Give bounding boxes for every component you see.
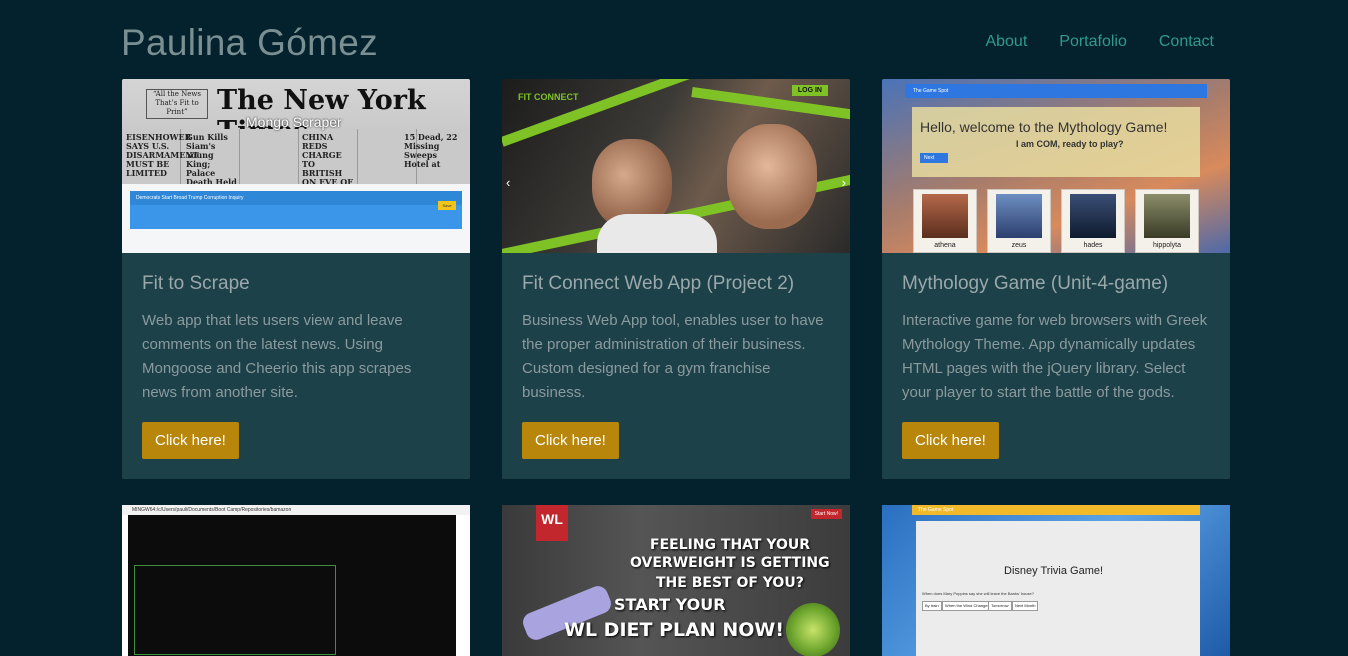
athena-portrait <box>922 194 968 238</box>
answer-button: When the Wind Changes <box>942 601 993 611</box>
terminal-table <box>134 565 336 655</box>
character-card: zeus <box>987 189 1051 253</box>
hippolyta-portrait <box>1144 194 1190 238</box>
save-button: Save <box>438 201 456 210</box>
answer-button: Next Month <box>1012 601 1039 611</box>
nav-contact[interactable]: Contact <box>1159 33 1214 51</box>
game-navbar: The Game Spot <box>912 505 1200 515</box>
welcome-subtitle: I am COM, ready to play? <box>1016 139 1124 149</box>
chevron-left-icon: ‹ <box>506 175 511 190</box>
character-card: athena <box>913 189 977 253</box>
project-title: Fit to Scrape <box>142 273 250 294</box>
nav-about[interactable]: About <box>985 33 1027 51</box>
project-thumbnail: FIT CONNECT LOG IN ‹ › <box>502 79 850 253</box>
project-card-wl-diet: WL Start Now! FEELING THAT YOUR OVERWEIG… <box>502 505 850 656</box>
chevron-right-icon: › <box>841 175 846 190</box>
login-badge: LOG IN <box>791 85 828 96</box>
answer-button: By train <box>922 601 942 611</box>
zeus-portrait <box>996 194 1042 238</box>
project-card-bamazon: MINGW64:/c/Users/pauli/Documents/Boot Ca… <box>122 505 470 656</box>
terminal-titlebar: MINGW64:/c/Users/pauli/Documents/Boot Ca… <box>122 505 470 515</box>
project-title: Mythology Game (Unit-4-game) <box>902 273 1169 294</box>
project-description: Web app that lets users view and leave c… <box>142 312 412 401</box>
project-title: Fit Connect Web App (Project 2) <box>522 273 795 294</box>
character-card: hades <box>1061 189 1125 253</box>
start-now-badge: Start Now! <box>810 509 842 519</box>
project-description: Business Web App tool, enables user to h… <box>522 312 824 401</box>
answer-button: Tomorrow <box>988 601 1012 611</box>
project-thumbnail: The Game Spot Hello, welcome to the Myth… <box>882 79 1230 253</box>
character-card: hippolyta <box>1135 189 1199 253</box>
portfolio-page: Paulina Gómez About Portafolio Contact “… <box>0 0 1348 656</box>
game-navbar: The Game Spot <box>905 84 1207 98</box>
nav-portafolio[interactable]: Portafolio <box>1059 33 1127 51</box>
melon-image <box>786 603 840 656</box>
project-description: Interactive game for web browsers with G… <box>902 312 1208 401</box>
click-here-button[interactable]: Click here! <box>902 422 999 459</box>
project-card-fit-to-scrape: “All the News That’s Fit to Print” The N… <box>122 79 470 479</box>
project-card-fit-connect: FIT CONNECT LOG IN ‹ › Fit Connect Web A… <box>502 79 850 479</box>
trivia-title: Disney Trivia Game! <box>1004 565 1104 577</box>
project-thumbnail: “All the News That’s Fit to Print” The N… <box>122 79 470 253</box>
scraper-overlay-title: Mongo Scraper <box>246 114 342 130</box>
top-nav: About Portafolio Contact <box>985 33 1214 51</box>
fit-connect-logo: FIT CONNECT <box>518 92 579 102</box>
click-here-button[interactable]: Click here! <box>522 422 619 459</box>
wl-logo: WL <box>536 505 568 541</box>
trivia-question: When does Mary Poppins say she will leav… <box>922 591 1034 596</box>
click-here-button[interactable]: Click here! <box>142 422 239 459</box>
hades-portrait <box>1070 194 1116 238</box>
welcome-text: Hello, welcome to the Mythology Game! <box>920 119 1168 135</box>
article-alert: Democrats Start Broad Trump Corruption I… <box>130 191 462 205</box>
project-card-disney-trivia: The Game Spot Disney Trivia Game! When d… <box>882 505 1230 656</box>
project-card-mythology-game: The Game Spot Hello, welcome to the Myth… <box>882 79 1230 479</box>
brand-name[interactable]: Paulina Gómez <box>121 22 378 64</box>
next-button: Next <box>920 153 948 163</box>
